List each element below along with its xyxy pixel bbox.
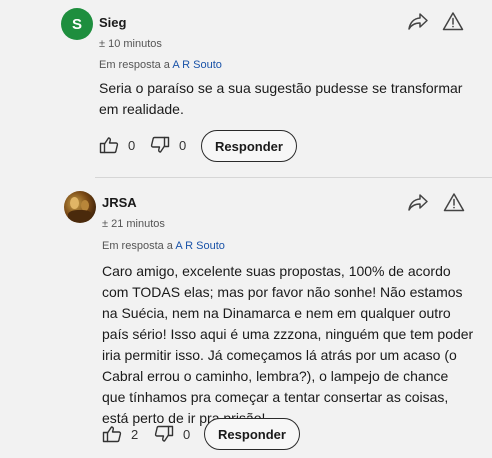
- avatar[interactable]: S: [61, 8, 93, 40]
- thumbs-down-icon: [154, 425, 174, 442]
- warning-icon: [443, 193, 465, 212]
- warning-icon: [442, 12, 464, 31]
- comment-time: ± 21 minutos: [102, 218, 165, 230]
- reply-to-prefix: Em resposta a: [102, 240, 176, 252]
- comment-time: ± 10 minutos: [99, 38, 162, 50]
- dislike-button[interactable]: 0: [150, 133, 186, 157]
- comment-author[interactable]: JRSA: [102, 195, 137, 210]
- reply-to-line: Em resposta a A R Souto: [102, 240, 225, 252]
- like-count: 0: [128, 137, 136, 153]
- thumbs-up-icon: [99, 137, 119, 154]
- reply-to-line: Em resposta a A R Souto: [99, 59, 222, 71]
- avatar[interactable]: [64, 191, 96, 223]
- like-button[interactable]: 2: [102, 422, 138, 446]
- share-button[interactable]: [407, 192, 429, 214]
- comment-body: Seria o paraíso se a sua sugestão pudess…: [99, 80, 463, 117]
- dislike-button[interactable]: 0: [154, 422, 190, 446]
- reply-button[interactable]: Responder: [201, 130, 297, 162]
- comment-divider: [95, 177, 492, 178]
- like-button[interactable]: 0: [99, 133, 135, 157]
- reply-to-prefix: Em resposta a: [99, 59, 173, 71]
- share-button[interactable]: [407, 11, 429, 33]
- report-button[interactable]: [443, 191, 465, 213]
- thumbs-up-icon: [102, 426, 122, 443]
- thumbs-down-icon: [150, 136, 170, 153]
- share-icon: [408, 194, 428, 211]
- reply-button[interactable]: Responder: [204, 418, 300, 450]
- comment-author[interactable]: Sieg: [99, 15, 126, 30]
- reply-to-link[interactable]: A R Souto: [175, 240, 225, 252]
- comment-body: Caro amigo, excelente suas propostas, 10…: [102, 263, 474, 426]
- avatar-letter: S: [71, 15, 82, 33]
- like-count: 2: [131, 426, 139, 442]
- reply-to-link[interactable]: A R Souto: [172, 59, 222, 71]
- report-button[interactable]: [442, 10, 464, 32]
- dislike-count: 0: [179, 137, 187, 153]
- share-icon: [408, 13, 428, 30]
- comments-panel: S Sieg ± 10 minutos Em resposta a A R So…: [0, 0, 492, 458]
- dislike-count: 0: [183, 426, 191, 442]
